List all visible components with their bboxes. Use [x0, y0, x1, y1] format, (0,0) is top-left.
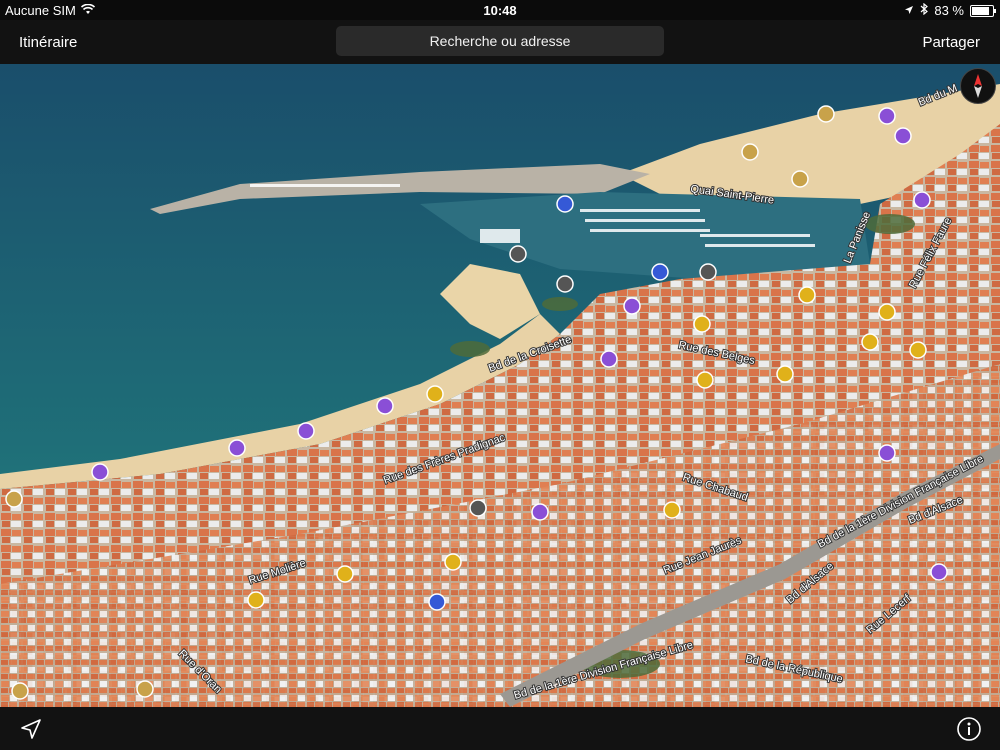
poi-pin[interactable] [696, 371, 714, 389]
poi-pin[interactable] [376, 397, 394, 415]
poi-pin[interactable] [878, 107, 896, 125]
location-services-icon [904, 3, 914, 18]
poi-pin[interactable] [878, 444, 896, 462]
poi-pin[interactable] [861, 333, 879, 351]
status-right: 83 % [904, 2, 996, 18]
poi-pin[interactable] [909, 341, 927, 359]
poi-pin[interactable] [509, 245, 527, 263]
bottom-toolbar [0, 707, 1000, 750]
poi-pin[interactable] [699, 263, 717, 281]
poi-pin[interactable] [894, 127, 912, 145]
poi-pin[interactable] [469, 499, 487, 517]
info-icon[interactable] [956, 716, 982, 747]
poi-pin[interactable] [651, 263, 669, 281]
poi-pin[interactable] [791, 170, 809, 188]
poi-pin[interactable] [247, 591, 265, 609]
status-bar: Aucune SIM 10:48 83 % [0, 0, 1000, 20]
poi-pin[interactable] [798, 286, 816, 304]
map-view[interactable]: Bd du M Quai Saint-Pierre La Panisse Rue… [0, 64, 1000, 707]
poi-pin[interactable] [693, 315, 711, 333]
directions-button[interactable]: Itinéraire [19, 34, 77, 51]
poi-pin[interactable] [136, 680, 154, 698]
poi-pin[interactable] [556, 275, 574, 293]
poi-pin[interactable] [11, 682, 29, 700]
poi-pin[interactable] [444, 553, 462, 571]
poi-pin[interactable] [913, 191, 931, 209]
battery-percent: 83 % [934, 3, 964, 18]
compass-icon[interactable] [960, 68, 996, 104]
location-arrow-icon[interactable] [20, 718, 42, 745]
poi-pin[interactable] [663, 501, 681, 519]
poi-pin[interactable] [741, 143, 759, 161]
poi-pin[interactable] [600, 350, 618, 368]
poi-pin[interactable] [531, 503, 549, 521]
poi-pin[interactable] [5, 490, 23, 508]
poi-pin[interactable] [878, 303, 896, 321]
poi-pin[interactable] [556, 195, 574, 213]
poi-pin[interactable] [297, 422, 315, 440]
poi-pin[interactable] [228, 439, 246, 457]
poi-pin[interactable] [336, 565, 354, 583]
poi-pin[interactable] [91, 463, 109, 481]
poi-pin[interactable] [426, 385, 444, 403]
status-time: 10:48 [483, 3, 517, 18]
battery-fill [972, 6, 989, 15]
poi-pin[interactable] [930, 563, 948, 581]
poi-pin[interactable] [623, 297, 641, 315]
search-field[interactable]: Recherche ou adresse [336, 26, 664, 56]
poi-pin[interactable] [428, 593, 446, 611]
poi-pin[interactable] [817, 105, 835, 123]
bluetooth-icon [920, 2, 929, 18]
poi-pin[interactable] [776, 365, 794, 383]
share-button[interactable]: Partager [922, 34, 980, 51]
flyover-map[interactable]: Bd du M Quai Saint-Pierre La Panisse Rue… [0, 64, 1000, 707]
search-placeholder: Recherche ou adresse [429, 33, 571, 49]
battery-icon [970, 4, 996, 17]
